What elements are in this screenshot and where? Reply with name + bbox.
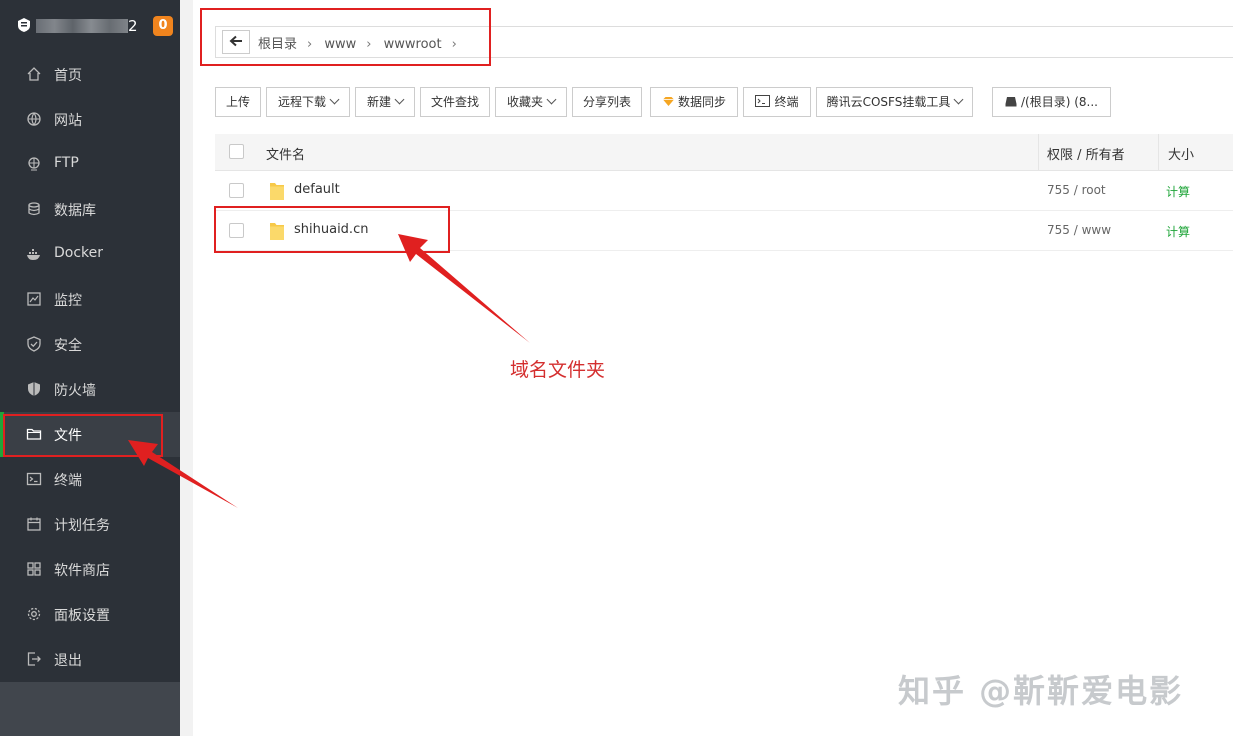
column-header-name[interactable]: 文件名 xyxy=(266,144,305,163)
sidebar-item-label: Docker xyxy=(54,245,104,261)
remote-download-label: 远程下载 xyxy=(277,95,326,109)
remote-download-button[interactable]: 远程下载 xyxy=(266,87,350,117)
file-search-button[interactable]: 文件查找 xyxy=(420,87,490,117)
new-button[interactable]: 新建 xyxy=(355,87,415,117)
annotation-box-domain-folder xyxy=(214,206,450,253)
sidebar-item-website[interactable]: 网站 xyxy=(0,97,180,142)
home-icon xyxy=(27,67,41,81)
cosfs-label: 腾讯云COSFS挂载工具 xyxy=(826,95,951,109)
redacted-server-name xyxy=(36,19,128,33)
sidebar-item-home[interactable]: 首页 xyxy=(0,52,180,97)
gear-icon xyxy=(27,607,41,621)
sidebar-menu: 首页 网站 FTP 数据库 Docker 监控 安全 防火墙 文件 终端 计划任… xyxy=(0,52,180,682)
favorites-label: 收藏夹 xyxy=(506,95,543,109)
sidebar-item-label: FTP xyxy=(54,155,79,171)
file-name[interactable]: default xyxy=(294,182,340,197)
disk-select-button[interactable]: /(根目录) (8... xyxy=(992,87,1111,117)
file-permission[interactable]: 755 / www xyxy=(1047,223,1111,237)
table-row[interactable]: default 755 / root 计算 xyxy=(215,171,1233,211)
sidebar-item-settings[interactable]: 面板设置 xyxy=(0,592,180,637)
sidebar-item-label: 防火墙 xyxy=(54,383,96,399)
folder-icon xyxy=(270,183,284,200)
calculate-size-link[interactable]: 计算 xyxy=(1166,223,1190,240)
column-header-size[interactable]: 大小 xyxy=(1168,144,1194,163)
sidebar-footer xyxy=(0,682,180,736)
sidebar-item-firewall[interactable]: 防火墙 xyxy=(0,367,180,412)
annotation-label: 域名文件夹 xyxy=(510,359,606,381)
upload-button[interactable]: 上传 xyxy=(215,87,261,117)
sidebar-item-label: 监控 xyxy=(54,293,82,309)
hard-disk-icon xyxy=(1005,97,1017,107)
calculate-size-link[interactable]: 计算 xyxy=(1166,183,1190,200)
sidebar-item-database[interactable]: 数据库 xyxy=(0,187,180,232)
select-all-checkbox[interactable] xyxy=(229,144,244,159)
watermark: 知乎 @靳靳爱电影 xyxy=(898,672,1184,710)
sidebar-item-label: 软件商店 xyxy=(54,563,110,579)
sidebar-item-monitor[interactable]: 监控 xyxy=(0,277,180,322)
terminal-icon xyxy=(26,472,42,486)
firewall-shield-icon xyxy=(28,382,40,396)
sidebar-item-label: 数据库 xyxy=(54,203,96,219)
logout-icon xyxy=(27,652,41,666)
docker-icon xyxy=(27,249,40,260)
calendar-icon xyxy=(27,517,41,531)
row-checkbox[interactable] xyxy=(229,183,244,198)
sidebar-item-security[interactable]: 安全 xyxy=(0,322,180,367)
sidebar-item-app-store[interactable]: 软件商店 xyxy=(0,547,180,592)
chevron-down-icon xyxy=(546,94,557,105)
apps-grid-icon xyxy=(27,562,41,576)
favorites-button[interactable]: 收藏夹 xyxy=(495,87,567,117)
panel-logo-icon xyxy=(18,18,30,32)
sidebar-item-ftp[interactable]: FTP xyxy=(0,142,180,187)
file-table-header: 文件名 权限 / 所有者 大小 xyxy=(215,134,1233,171)
gem-icon xyxy=(662,97,674,106)
database-icon xyxy=(28,202,40,216)
share-list-button[interactable]: 分享列表 xyxy=(572,87,642,117)
file-permission[interactable]: 755 / root xyxy=(1047,183,1106,197)
column-header-perm[interactable]: 权限 / 所有者 xyxy=(1047,144,1125,163)
sidebar-item-label: 终端 xyxy=(54,473,82,489)
terminal-label: 终端 xyxy=(774,95,799,109)
sidebar-item-logout[interactable]: 退出 xyxy=(0,637,180,682)
sidebar-item-docker[interactable]: Docker xyxy=(0,232,180,277)
new-label: 新建 xyxy=(366,95,391,109)
share-list-label: 分享列表 xyxy=(582,95,631,109)
server-header: 2 0 xyxy=(0,0,180,52)
chevron-down-icon xyxy=(394,94,405,105)
server-name-suffix: 2 xyxy=(128,17,139,35)
annotation-box-breadcrumb xyxy=(200,8,491,66)
data-sync-label: 数据同步 xyxy=(677,95,726,109)
sidebar-item-terminal[interactable]: 终端 xyxy=(0,457,180,502)
sidebar: 2 0 首页 网站 FTP 数据库 Docker 监控 安全 防火墙 文件 终端… xyxy=(0,0,180,736)
column-divider xyxy=(1038,134,1039,170)
file-search-label: 文件查找 xyxy=(430,95,479,109)
globe-icon xyxy=(27,112,41,126)
sidebar-item-label: 计划任务 xyxy=(54,518,110,534)
cosfs-mount-button[interactable]: 腾讯云COSFS挂载工具 xyxy=(816,87,973,117)
upload-label: 上传 xyxy=(225,95,250,109)
sidebar-item-label: 退出 xyxy=(54,653,82,669)
terminal-button[interactable]: 终端 xyxy=(743,87,811,117)
disk-label: /(根目录) (8... xyxy=(1021,95,1098,109)
sidebar-item-label: 面板设置 xyxy=(54,608,110,624)
sidebar-item-label: 安全 xyxy=(54,338,82,354)
chevron-down-icon xyxy=(953,94,964,105)
ftp-icon xyxy=(28,157,40,171)
monitor-icon xyxy=(27,292,41,306)
chevron-down-icon xyxy=(329,94,340,105)
server-name[interactable]: 2 xyxy=(36,17,139,35)
notification-badge[interactable]: 0 xyxy=(153,16,173,36)
sidebar-item-label: 网站 xyxy=(54,113,82,129)
sidebar-item-cron[interactable]: 计划任务 xyxy=(0,502,180,547)
shield-check-icon xyxy=(27,336,41,352)
sidebar-item-label: 首页 xyxy=(54,68,82,84)
terminal-icon xyxy=(755,95,771,107)
annotation-box-files-menu xyxy=(3,414,163,457)
column-divider xyxy=(1158,134,1159,170)
data-sync-button[interactable]: 数据同步 xyxy=(650,87,738,117)
